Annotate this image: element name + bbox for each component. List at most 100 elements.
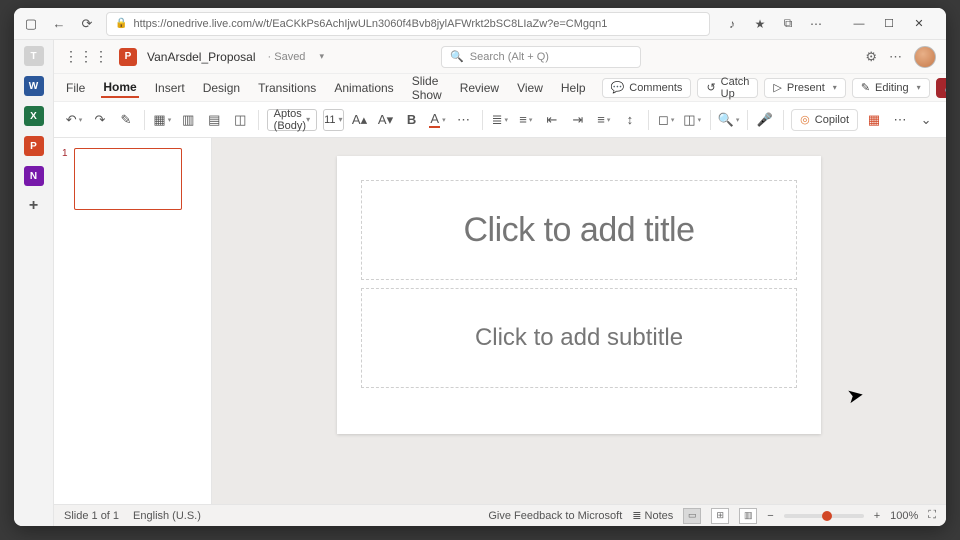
section-button[interactable]: ▤ — [204, 109, 224, 131]
refresh-button[interactable]: ⟳ — [78, 15, 96, 33]
settings-icon[interactable]: ⚙ — [865, 49, 877, 65]
search-icon: 🔍 — [450, 50, 464, 63]
share-button[interactable]: 🔗Share▾ — [936, 78, 946, 98]
font-color-button[interactable]: A — [428, 109, 448, 131]
rail-excel-icon[interactable]: X — [24, 106, 44, 126]
notes-toggle[interactable]: ≣ Notes — [632, 509, 673, 522]
catchup-button[interactable]: ↺Catch Up — [697, 78, 758, 98]
title-right-actions: ⚙ ⋯ — [865, 46, 936, 68]
rail-onenote-icon[interactable]: N — [24, 166, 44, 186]
decrease-font-button[interactable]: A▾ — [376, 109, 396, 131]
tab-design[interactable]: Design — [201, 79, 242, 97]
browser-more-icon[interactable]: ⋯ — [808, 16, 824, 32]
tab-file[interactable]: File — [64, 79, 87, 97]
normal-view-button[interactable]: ▭ — [683, 508, 701, 524]
url-field[interactable]: 🔒 https://onedrive.live.com/w/t/EaCKkPs6… — [106, 12, 710, 36]
tab-icon[interactable]: ▢ — [22, 15, 40, 33]
ribbon-collapse-chevron-icon[interactable]: ⌄ — [916, 109, 936, 131]
user-avatar[interactable] — [914, 46, 936, 68]
zoom-in-button[interactable]: + — [874, 510, 880, 522]
tab-animations[interactable]: Animations — [332, 79, 395, 97]
align-button[interactable]: ≡ — [594, 109, 614, 131]
language-status[interactable]: English (U.S.) — [133, 510, 201, 522]
slide[interactable]: Click to add title Click to add subtitle — [337, 156, 821, 434]
rail-powerpoint-icon[interactable]: P — [24, 136, 44, 156]
present-button[interactable]: ▷Present▾ — [764, 78, 845, 98]
tab-view[interactable]: View — [515, 79, 545, 97]
slide-thumbnail-panel[interactable]: 1 — [54, 138, 212, 504]
url-text: https://onedrive.live.com/w/t/EaCKkPs6Ac… — [133, 18, 607, 30]
rail-add-icon[interactable]: + — [24, 196, 44, 216]
zoom-out-button[interactable]: − — [767, 510, 773, 522]
increase-font-button[interactable]: A▴ — [350, 109, 370, 131]
increase-indent-button[interactable]: ⇥ — [568, 109, 588, 131]
reading-view-button[interactable]: ▥ — [739, 508, 757, 524]
feedback-link[interactable]: Give Feedback to Microsoft — [488, 510, 622, 522]
app-launcher-icon[interactable]: ⋮⋮⋮ — [64, 48, 109, 65]
designer-button[interactable]: ▦ — [864, 109, 884, 131]
back-button[interactable]: ← — [50, 15, 68, 33]
close-button[interactable]: ✕ — [904, 12, 934, 36]
toolbar-more-button[interactable]: ⋯ — [890, 109, 910, 131]
slide-thumbnail-1[interactable]: 1 — [62, 148, 203, 210]
decrease-indent-button[interactable]: ⇤ — [542, 109, 562, 131]
zoom-slider[interactable] — [784, 514, 864, 518]
favorite-icon[interactable]: ★ — [752, 16, 768, 32]
tab-insert[interactable]: Insert — [153, 79, 187, 97]
app-area: T W X P N + ⋮⋮⋮ P VanArsdel_Proposal · S… — [14, 40, 946, 526]
title-bar: ⋮⋮⋮ P VanArsdel_Proposal · Saved ▾ 🔍 Sea… — [54, 40, 946, 74]
fit-to-window-button[interactable]: ⛶ — [928, 509, 936, 522]
maximize-button[interactable]: ☐ — [874, 12, 904, 36]
tab-transitions[interactable]: Transitions — [256, 79, 318, 97]
thumbnail-number: 1 — [62, 148, 68, 210]
title-more-icon[interactable]: ⋯ — [889, 49, 902, 65]
comments-button[interactable]: 💬Comments — [602, 78, 692, 98]
copilot-button[interactable]: ◎Copilot — [791, 109, 858, 131]
font-family-select[interactable]: Aptos (Body)▾ — [267, 109, 317, 131]
find-button[interactable]: 🔍 — [719, 109, 739, 131]
browser-address-bar: ▢ ← ⟳ 🔒 https://onedrive.live.com/w/t/Ea… — [14, 8, 946, 40]
tab-review[interactable]: Review — [458, 79, 501, 97]
zoom-handle[interactable] — [822, 511, 832, 521]
tab-slideshow[interactable]: Slide Show — [410, 72, 444, 104]
shapes-button[interactable]: ◻ — [656, 109, 676, 131]
chevron-down-icon: ▾ — [833, 83, 837, 92]
title-placeholder[interactable]: Click to add title — [361, 180, 797, 280]
reset-button[interactable]: ◫ — [230, 109, 250, 131]
rail-home-icon[interactable]: T — [24, 46, 44, 66]
bold-button[interactable]: B — [402, 109, 422, 131]
browser-window: ▢ ← ⟳ 🔒 https://onedrive.live.com/w/t/Ea… — [14, 8, 946, 526]
layout-button[interactable]: ▥ — [178, 109, 198, 131]
thumbnail-preview[interactable] — [74, 148, 182, 210]
font-size-select[interactable]: 11▾ — [323, 109, 343, 131]
zoom-percent[interactable]: 100% — [890, 510, 918, 522]
format-painter-button[interactable]: ✎ — [116, 109, 136, 131]
slide-canvas-area[interactable]: Click to add title Click to add subtitle… — [212, 138, 946, 504]
read-aloud-icon[interactable]: ♪ — [724, 16, 740, 32]
arrange-button[interactable]: ◫ — [682, 109, 702, 131]
doc-menu-chevron-icon[interactable]: ▾ — [319, 51, 324, 62]
sorter-view-button[interactable]: ⊞ — [711, 508, 729, 524]
dictate-button[interactable]: 🎤 — [755, 109, 775, 131]
comment-icon: 💬 — [611, 81, 625, 94]
search-input[interactable]: 🔍 Search (Alt + Q) — [441, 46, 641, 68]
chevron-down-icon: ▾ — [917, 83, 921, 92]
bullets-button[interactable]: ≣ — [490, 109, 510, 131]
slide-counter: Slide 1 of 1 — [64, 510, 119, 522]
collections-icon[interactable]: ⧉ — [780, 16, 796, 32]
more-font-button[interactable]: ⋯ — [454, 109, 474, 131]
numbering-button[interactable]: ≡ — [516, 109, 536, 131]
workspace: 1 Click to add title Click to add subtit… — [54, 138, 946, 504]
editing-button[interactable]: ✎Editing▾ — [852, 78, 930, 98]
minimize-button[interactable]: — — [844, 12, 874, 36]
rail-word-icon[interactable]: W — [24, 76, 44, 96]
line-spacing-button[interactable]: ↕ — [620, 109, 640, 131]
tab-home[interactable]: Home — [101, 78, 138, 98]
subtitle-placeholder[interactable]: Click to add subtitle — [361, 288, 797, 388]
document-name[interactable]: VanArsdel_Proposal — [147, 50, 256, 64]
tab-help[interactable]: Help — [559, 79, 588, 97]
undo-button[interactable]: ↶ — [64, 109, 84, 131]
pencil-icon: ✎ — [861, 81, 870, 94]
new-slide-button[interactable]: ▦ — [152, 109, 172, 131]
redo-button[interactable]: ↷ — [90, 109, 110, 131]
